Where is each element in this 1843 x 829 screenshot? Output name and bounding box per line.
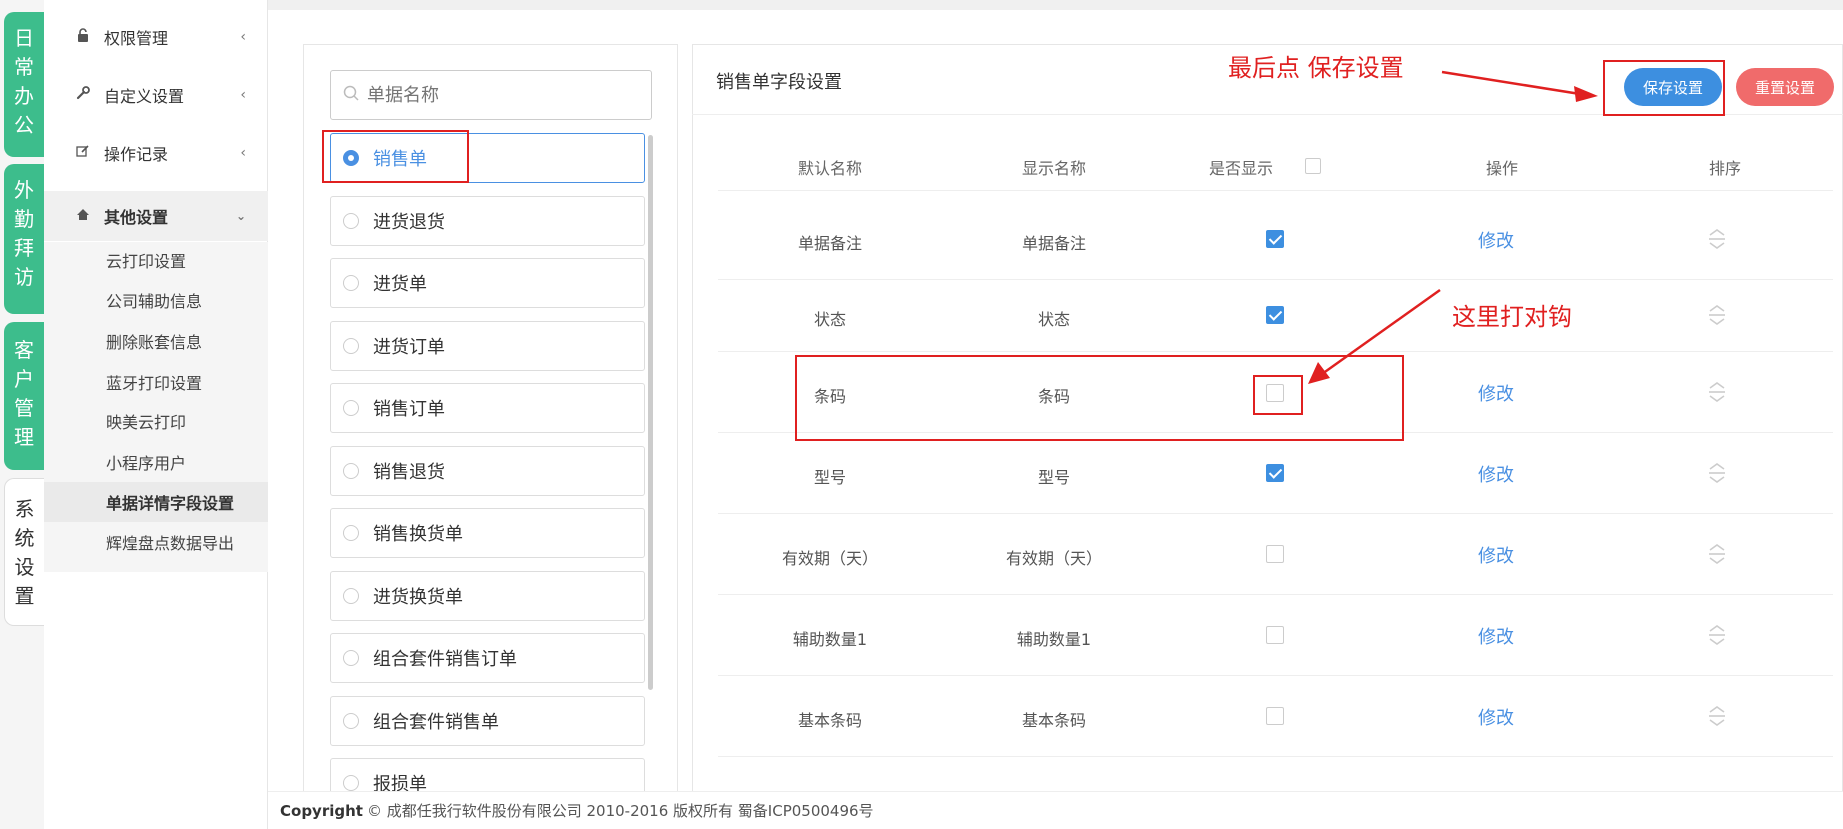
annotation-arrows [1308,70,1598,384]
footer-text: © 成都任我行软件股份有限公司 2010-2016 版权所有 蜀备ICP0500… [366,802,874,820]
footer-brand: Copyright [280,801,363,820]
footer: Copyright © 成都任我行软件股份有限公司 2010-2016 版权所有… [268,791,1843,829]
